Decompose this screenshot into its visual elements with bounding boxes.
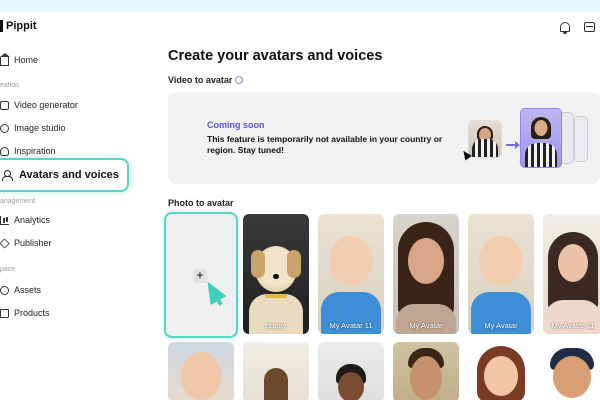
avatar-tile[interactable] (318, 342, 384, 400)
tile-caption: My Avatar 11 (551, 321, 595, 330)
baby-face (181, 352, 221, 400)
dog-nose (273, 274, 279, 279)
person-face (410, 356, 442, 400)
avatar-tile-my-avatar-11-b[interactable]: My Avatar 11 (543, 214, 600, 334)
sidebar-item-products[interactable]: Products (0, 305, 50, 321)
source-video-thumbnail (468, 120, 502, 158)
tile-caption: My Avatar 11 (329, 321, 373, 330)
sidebar-section-management: anagement (0, 198, 36, 205)
person-body (472, 139, 498, 157)
sidebar-item-avatars-and-voices[interactable]: Avatars and voices (0, 158, 129, 192)
banner-text: This feature is temporarily not availabl… (207, 134, 443, 156)
baby-face (479, 236, 523, 286)
avatar-stack-card (574, 116, 588, 162)
tile-caption: My Avatar (484, 321, 518, 330)
sidebar-item-label: Video generator (14, 100, 78, 110)
logo-icon (0, 20, 3, 32)
woman-face (408, 238, 444, 284)
home-icon (0, 52, 10, 66)
avatar-tile[interactable] (543, 342, 600, 400)
chart-icon (0, 215, 9, 225)
sidebar-item-analytics[interactable]: Analytics (0, 212, 50, 228)
avatar-tile[interactable] (243, 342, 309, 400)
info-icon[interactable] (235, 75, 244, 84)
cloud-icon (0, 285, 9, 295)
coming-soon-banner: Coming soon This feature is temporarily … (168, 92, 600, 184)
send-icon (0, 237, 10, 249)
inbox-icon[interactable] (584, 22, 595, 32)
sidebar-item-image-studio[interactable]: Image studio (0, 120, 66, 136)
video-icon (0, 100, 9, 110)
top-strip (0, 0, 600, 12)
avatar-tile[interactable] (393, 342, 459, 400)
sidebar-item-label: Inspiration (14, 146, 56, 156)
dog-ear (287, 250, 301, 278)
banner-heading: Coming soon (207, 120, 265, 130)
page-title: Create your avatars and voices (168, 48, 383, 64)
sidebar-item-assets[interactable]: Assets (0, 282, 41, 298)
sidebar-section-space: pace (0, 266, 16, 273)
sidebar-section-create: eation (0, 82, 20, 89)
sidebar-item-label: Image studio (14, 123, 66, 133)
cartoon-face (484, 356, 518, 396)
avatar-tile-puppy[interactable]: puppy (243, 214, 309, 334)
avatar-icon (2, 169, 13, 181)
sidebar-item-label: Publisher (14, 238, 52, 248)
video-to-avatar-label: Video to avatar (168, 75, 244, 85)
sidebar-item-home[interactable]: Home (0, 52, 38, 68)
bulb-icon (0, 146, 9, 156)
person-face (338, 372, 364, 400)
avatar-result-thumbnail (520, 108, 562, 168)
avatar-tile[interactable] (468, 342, 534, 400)
baby-face (329, 236, 373, 286)
avatar-tile-my-avatar-11[interactable]: My Avatar 11 (318, 214, 384, 334)
woman-face (558, 244, 588, 282)
person-body (525, 143, 557, 167)
photo-to-avatar-label: Photo to avatar (168, 198, 234, 208)
dog-collar (265, 294, 287, 298)
person-face (534, 120, 548, 136)
image-icon (0, 123, 9, 133)
avatar-stack-card (560, 112, 574, 164)
sidebar-item-label: Assets (14, 285, 42, 295)
arrow-right-icon (506, 141, 520, 149)
add-avatar-tile[interactable]: + (164, 212, 238, 338)
person-hair (264, 368, 288, 400)
plus-icon: + (193, 269, 207, 283)
sidebar-item-publisher[interactable]: Publisher (0, 235, 52, 251)
avatar-tile-my-avatar-baby[interactable]: My Avatar (468, 214, 534, 334)
sidebar-item-video-generator[interactable]: Video generator (0, 97, 78, 113)
avatar-tile-my-avatar[interactable]: My Avatar (393, 214, 459, 334)
app-name: Pippit (6, 20, 37, 32)
box-icon (0, 308, 9, 318)
sidebar-item-label: Avatars and voices (19, 169, 119, 181)
bell-icon[interactable] (560, 22, 570, 34)
sidebar-item-label: Analytics (14, 215, 51, 225)
tile-caption: puppy (265, 321, 287, 330)
dog-ear (251, 250, 265, 278)
cartoon-face (552, 356, 591, 398)
section-label-text: Video to avatar (168, 75, 233, 85)
sidebar-item-label: Home (14, 55, 39, 65)
avatar-tile[interactable] (168, 342, 234, 400)
sidebar-item-inspiration[interactable]: Inspiration (0, 143, 56, 159)
sidebar: Pippit Home eation Video generator Image… (0, 12, 145, 400)
tile-caption: My Avatar (409, 321, 443, 330)
app-logo[interactable]: Pippit (0, 20, 37, 32)
sidebar-item-label: Products (14, 308, 50, 318)
